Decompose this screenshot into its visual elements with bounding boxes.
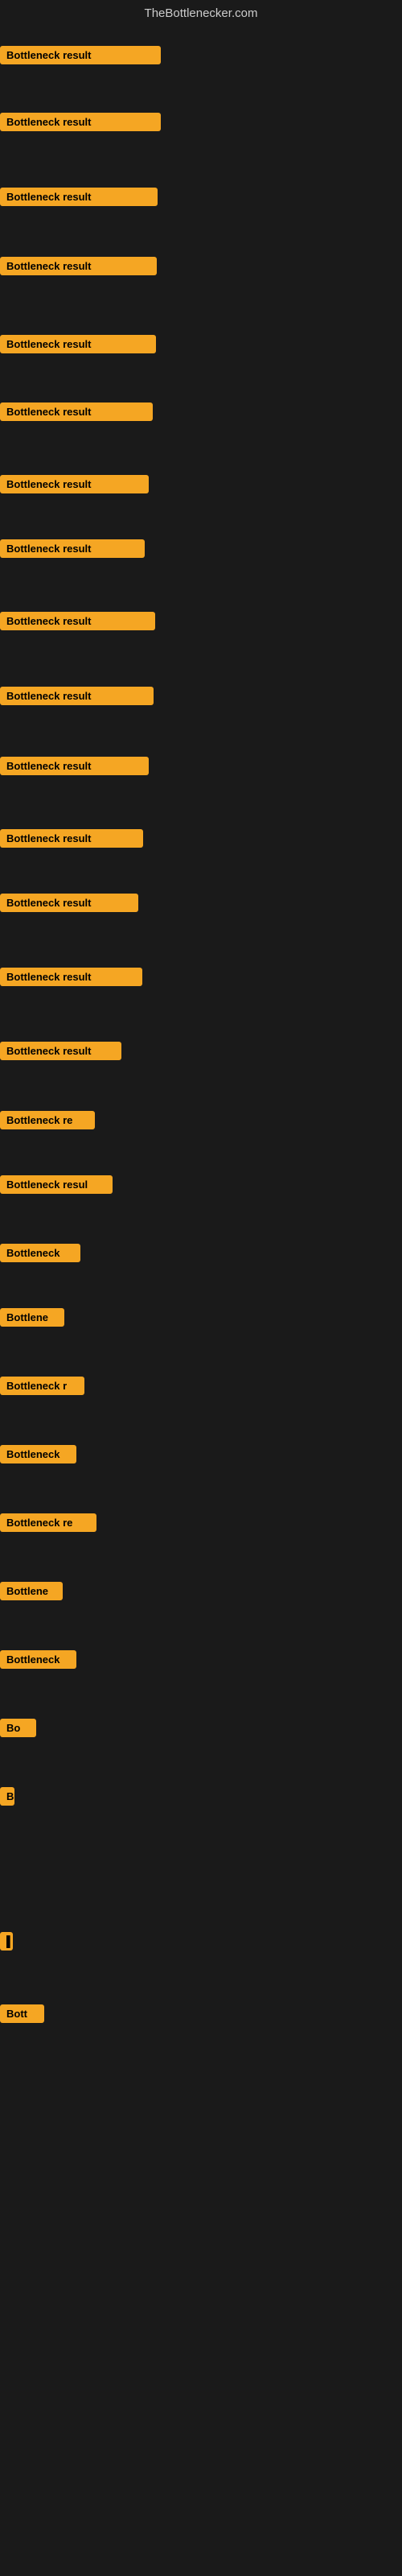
bottleneck-badge: Bottleneck result [0,539,145,558]
bottleneck-badge: Bottleneck resul [0,1175,113,1194]
bottleneck-item: Bottlene [0,1308,64,1331]
bottleneck-item: Bottleneck result [0,46,161,68]
bottleneck-item: B [0,1787,14,1810]
bottleneck-item: Bottleneck resul [0,1175,113,1198]
bottleneck-item: Bottleneck [0,1244,80,1266]
bottleneck-badge: Bottleneck result [0,402,153,421]
bottleneck-item: Bottleneck result [0,257,157,279]
bottleneck-badge: Bottleneck result [0,257,157,275]
bottleneck-badge: Bottleneck result [0,188,158,206]
bottleneck-badge: Bottleneck result [0,687,154,705]
bottleneck-item: Bottleneck re [0,1111,95,1133]
bottleneck-badge: Bottleneck [0,1244,80,1262]
site-header: TheBottlenecker.com [0,0,402,30]
bottleneck-badge: Bottlene [0,1582,63,1600]
bottleneck-item: Bottleneck result [0,539,145,562]
bottleneck-item: Bottleneck result [0,687,154,709]
bottleneck-badge: Bottleneck result [0,612,155,630]
bottleneck-item: Bottleneck result [0,188,158,210]
bottleneck-item: Bottleneck re [0,1513,96,1536]
bottleneck-item: ▌ [0,1932,13,1955]
bottleneck-badge: Bottleneck result [0,968,142,986]
bottleneck-item: Bottleneck [0,1650,76,1673]
bottleneck-item: Bottleneck result [0,612,155,634]
bottleneck-badge: Bottlene [0,1308,64,1327]
bottleneck-badge: Bottleneck result [0,894,138,912]
bottleneck-item: Bottleneck result [0,402,153,425]
bottleneck-badge: Bottleneck result [0,757,149,775]
bottleneck-item: Bottlene [0,1582,63,1604]
bottleneck-item: Bo [0,1719,36,1741]
bottleneck-badge: Bottleneck re [0,1513,96,1532]
bottleneck-item: Bottleneck result [0,113,161,135]
bottleneck-badge: Bottleneck r [0,1377,84,1395]
bottleneck-badge: Bottleneck result [0,475,149,493]
bottleneck-item: Bott [0,2004,44,2027]
bottleneck-badge: Bo [0,1719,36,1737]
bottleneck-item: Bottleneck result [0,757,149,779]
bottleneck-badge: Bottleneck result [0,46,161,64]
bottleneck-item: Bottleneck result [0,475,149,497]
bottleneck-badge: Bottleneck result [0,1042,121,1060]
bottleneck-badge: Bottleneck re [0,1111,95,1129]
bottleneck-item: Bottleneck result [0,829,143,852]
bottleneck-badge: Bottleneck [0,1650,76,1669]
bottleneck-item: Bottleneck [0,1445,76,1468]
bottleneck-badge: B [0,1787,14,1806]
bottleneck-item: Bottleneck r [0,1377,84,1399]
bottleneck-badge: ▌ [0,1932,13,1951]
bottleneck-badge: Bottleneck result [0,113,161,131]
bottleneck-item: Bottleneck result [0,968,142,990]
bottleneck-badge: Bottleneck result [0,335,156,353]
bottleneck-badge: Bottleneck result [0,829,143,848]
bottleneck-badge: Bottleneck [0,1445,76,1463]
bottleneck-item: Bottleneck result [0,894,138,916]
bottleneck-item: Bottleneck result [0,335,156,357]
bottleneck-badge: Bott [0,2004,44,2023]
bottleneck-item: Bottleneck result [0,1042,121,1064]
